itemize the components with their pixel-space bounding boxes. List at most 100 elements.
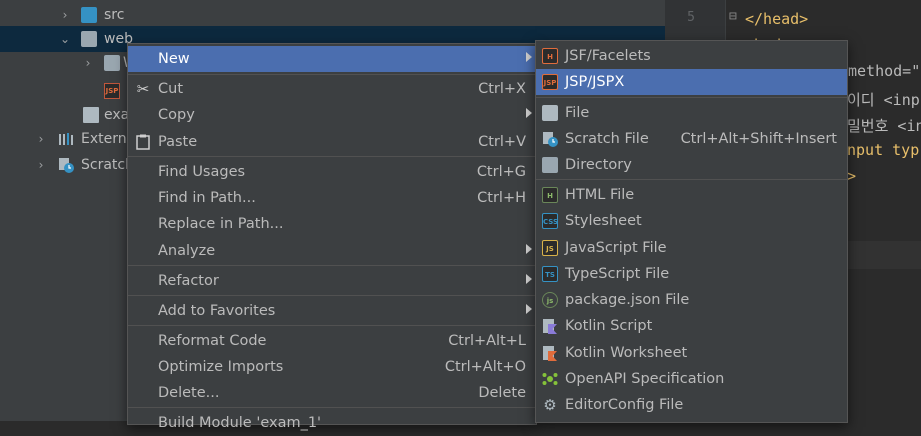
ts-file-icon: TS (542, 266, 558, 282)
html-file-icon: H (542, 187, 558, 203)
submenu-item-label: Kotlin Script (565, 318, 653, 334)
gear-icon: ⚙ (543, 396, 557, 414)
submenu-item-label: Directory (565, 157, 632, 173)
scratch-file-icon (542, 131, 558, 147)
chevron-right-icon[interactable]: › (35, 131, 47, 147)
menu-item-add-to-favorites[interactable]: Add to Favorites (128, 298, 536, 324)
jsp-file-icon: JSP (104, 83, 120, 99)
scissors-icon: ✂ (136, 80, 150, 98)
submenu-item-package-json[interactable]: js package.json File (536, 287, 847, 313)
menu-item-label: Find in Path... (158, 190, 256, 206)
menu-item-shortcut: Ctrl+Alt+L (448, 333, 526, 349)
menu-separator (536, 179, 847, 180)
submenu-arrow-icon (526, 108, 532, 118)
submenu-arrow-icon (526, 304, 532, 314)
line-number: 5 (687, 10, 695, 25)
jsp-file-icon: JSP (542, 74, 558, 90)
menu-item-label: Cut (158, 81, 183, 97)
jsf-file-icon: H (542, 48, 558, 64)
menu-item-find-in-path[interactable]: Find in Path... Ctrl+H (128, 185, 536, 211)
submenu-item-label: JSF/Facelets (565, 48, 651, 64)
chevron-right-icon[interactable]: › (59, 7, 71, 23)
submenu-item-label: JavaScript File (565, 240, 667, 256)
menu-item-label: New (158, 51, 190, 67)
scratches-icon (58, 157, 74, 173)
submenu-item-jsp-jspx[interactable]: JSP JSP/JSPX (536, 69, 847, 95)
submenu-item-editorconfig[interactable]: ⚙ EditorConfig File (536, 392, 847, 418)
submenu-item-label: EditorConfig File (565, 397, 684, 413)
file-icon (542, 105, 558, 121)
tree-row-src[interactable]: › src (0, 2, 665, 28)
menu-item-label: Analyze (158, 243, 216, 259)
folder-icon (104, 55, 120, 71)
menu-item-shortcut: Ctrl+G (476, 164, 526, 180)
menu-separator (128, 74, 536, 75)
code-line: 이디 <inp (847, 91, 920, 109)
submenu-item-label: OpenAPI Specification (565, 371, 725, 387)
menu-item-new[interactable]: New (128, 46, 536, 72)
menu-item-shortcut: Delete (478, 385, 526, 401)
menu-item-find-usages[interactable]: Find Usages Ctrl+G (128, 159, 536, 185)
submenu-item-jsf-facelets[interactable]: H JSF/Facelets (536, 43, 847, 69)
submenu-item-label: JSP/JSPX (565, 74, 625, 90)
submenu-item-javascript-file[interactable]: JS JavaScript File (536, 235, 847, 261)
new-submenu: H JSF/Facelets JSP JSP/JSPX File Scratch… (535, 40, 848, 423)
submenu-item-file[interactable]: File (536, 100, 847, 126)
chevron-right-icon[interactable]: › (82, 55, 94, 71)
submenu-item-typescript-file[interactable]: TS TypeScript File (536, 261, 847, 287)
folder-icon (542, 157, 558, 173)
menu-item-analyze[interactable]: Analyze (128, 238, 536, 264)
css-file-icon: CSS (542, 213, 558, 229)
menu-separator (128, 156, 536, 157)
menu-item-label: Add to Favorites (158, 303, 276, 319)
js-file-icon: JS (542, 240, 558, 256)
menu-item-copy[interactable]: Copy (128, 102, 536, 128)
chevron-right-icon[interactable]: › (35, 157, 47, 173)
nodejs-icon: js (542, 292, 558, 308)
menu-separator (536, 97, 847, 98)
submenu-arrow-icon (526, 244, 532, 254)
menu-item-replace-in-path[interactable]: Replace in Path... (128, 211, 536, 237)
kotlin-script-icon (542, 318, 558, 334)
submenu-item-kotlin-script[interactable]: Kotlin Script (536, 313, 847, 339)
menu-item-label: Copy (158, 107, 195, 123)
menu-item-cut[interactable]: ✂ Cut Ctrl+X (128, 76, 536, 102)
chevron-down-icon[interactable]: ⌄ (59, 31, 71, 47)
tree-row-label: src (104, 7, 125, 23)
menu-item-label: Build Module 'exam_1' (158, 415, 322, 431)
menu-item-label: Reformat Code (158, 333, 267, 349)
folder-icon (81, 7, 97, 23)
web-folder-icon (81, 31, 97, 47)
fold-icon[interactable]: ⊟ (729, 9, 737, 24)
menu-item-shortcut: Ctrl+V (478, 134, 526, 150)
menu-item-label: Paste (158, 134, 198, 150)
menu-item-label: Optimize Imports (158, 359, 284, 375)
context-menu: New ✂ Cut Ctrl+X Copy Paste Ctrl+V Find … (127, 43, 537, 431)
code-line: 밀번호 <in (847, 117, 921, 135)
libraries-icon (58, 131, 74, 147)
submenu-item-html-file[interactable]: H HTML File (536, 182, 847, 208)
submenu-item-label: HTML File (565, 187, 635, 203)
submenu-item-scratch-file[interactable]: Scratch File Ctrl+Alt+Shift+Insert (536, 126, 847, 152)
menu-item-reformat-code[interactable]: Reformat Code Ctrl+Alt+L (128, 328, 536, 354)
menu-item-label: Refactor (158, 273, 219, 289)
menu-item-shortcut: Ctrl+H (477, 190, 526, 206)
submenu-item-kotlin-worksheet[interactable]: Kotlin Worksheet (536, 340, 847, 366)
kotlin-worksheet-icon (542, 345, 558, 361)
openapi-icon (542, 371, 558, 387)
menu-item-paste[interactable]: Paste Ctrl+V (128, 129, 536, 155)
menu-item-shortcut: Ctrl+X (478, 81, 526, 97)
code-line: </head> (745, 10, 809, 28)
submenu-item-label: Scratch File (565, 131, 649, 147)
submenu-item-openapi[interactable]: OpenAPI Specification (536, 366, 847, 392)
menu-item-refactor[interactable]: Refactor (128, 268, 536, 294)
menu-separator (128, 265, 536, 266)
submenu-item-stylesheet[interactable]: CSS Stylesheet (536, 208, 847, 234)
submenu-item-directory[interactable]: Directory (536, 152, 847, 178)
menu-item-optimize-imports[interactable]: Optimize Imports Ctrl+Alt+O (128, 354, 536, 380)
menu-item-label: Replace in Path... (158, 216, 284, 232)
menu-item-delete[interactable]: Delete... Delete (128, 380, 536, 406)
file-icon (83, 107, 99, 123)
menu-item-build-module[interactable]: Build Module 'exam_1' (128, 410, 536, 436)
clipboard-icon (135, 134, 151, 150)
